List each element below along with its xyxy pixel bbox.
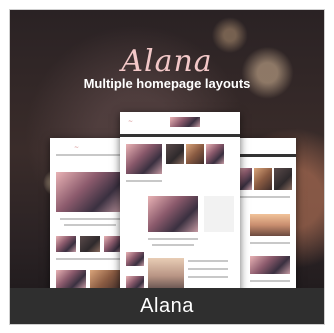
text-line xyxy=(126,180,162,182)
layout-preview-center: ~ xyxy=(120,112,240,302)
text-line xyxy=(250,242,290,244)
text-line xyxy=(188,268,228,270)
thumb-photo xyxy=(80,236,100,252)
thumb-photo xyxy=(90,270,124,288)
thumb-photo xyxy=(56,270,86,288)
featured-photo xyxy=(148,258,184,288)
text-line xyxy=(188,276,228,278)
sidebar-widget xyxy=(204,196,234,232)
thumb-photo xyxy=(254,168,272,190)
text-line xyxy=(250,280,290,282)
thumb-photo xyxy=(274,168,292,190)
text-line xyxy=(236,196,290,198)
hero-photo xyxy=(148,196,198,232)
thumb-photo xyxy=(166,144,184,164)
thumb-photo xyxy=(186,144,204,164)
text-line xyxy=(148,238,198,240)
header-ad xyxy=(170,117,200,127)
text-line xyxy=(64,224,116,226)
theme-logo: Alana xyxy=(121,44,213,79)
mini-logo-left: ~ xyxy=(74,144,80,151)
text-line xyxy=(60,218,120,220)
theme-tagline: Multiple homepage layouts xyxy=(83,76,251,91)
theme-caption-bar[interactable]: Alana xyxy=(10,288,324,324)
nav-bar xyxy=(120,134,240,137)
text-line xyxy=(56,258,124,260)
featured-photo xyxy=(250,256,290,274)
hero-photo xyxy=(56,172,124,212)
thumb-photo xyxy=(206,144,224,164)
featured-photo xyxy=(250,214,290,236)
theme-preview-card[interactable]: Alana Multiple homepage layouts ~ ~ Alan… xyxy=(9,9,325,325)
text-line xyxy=(152,244,194,246)
thumb-photo xyxy=(126,252,144,266)
thumb-photo xyxy=(56,236,76,252)
text-line xyxy=(188,260,228,262)
theme-caption: Alana xyxy=(140,295,194,317)
layout-preview-left: ~ xyxy=(50,138,130,298)
nav-line xyxy=(56,154,124,156)
thumb-photo xyxy=(126,144,162,174)
mini-logo-center: ~ xyxy=(128,118,134,125)
